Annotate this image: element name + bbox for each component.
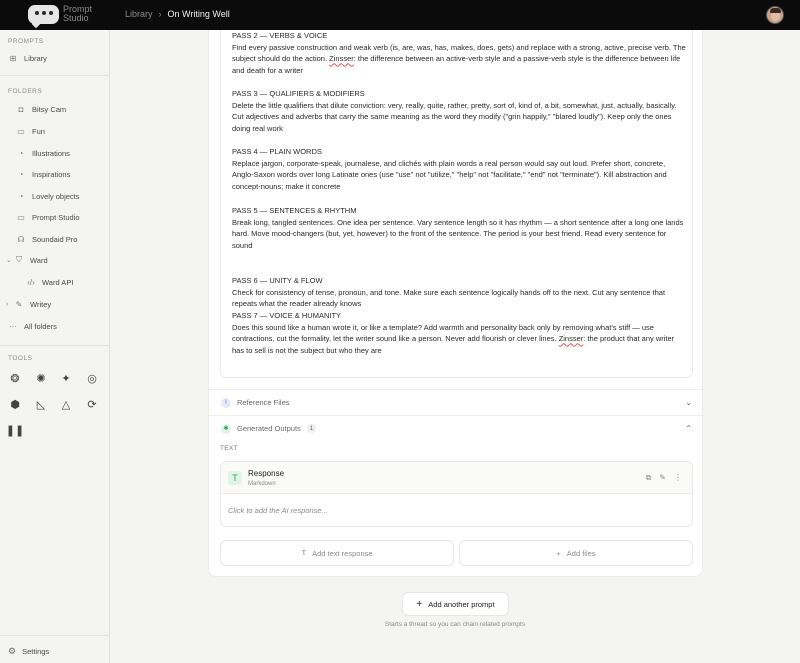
more-dots-icon: ··· xyxy=(9,321,17,331)
stripes-tool-icon[interactable]: ◺ xyxy=(34,397,48,411)
chevron-right-icon[interactable]: › xyxy=(6,301,14,308)
sidebar-folder-bitsy-cam[interactable]: ◘ Bitsy Cam xyxy=(0,100,109,118)
breadcrumb-current: On Writing Well xyxy=(167,9,230,19)
headphones-icon: ☊ xyxy=(17,234,25,244)
sparkle-icon: ✱ xyxy=(221,423,231,434)
shield-icon: ⛉ xyxy=(16,255,22,264)
sidebar-folder-ward[interactable]: ⌄ ⛉ Ward xyxy=(0,251,109,269)
sidebar-folder-ward-api[interactable]: ‹/› Ward API xyxy=(0,273,109,291)
add-another-prompt-button[interactable]: + Add another prompt xyxy=(402,592,509,616)
gear-icon: ⚙ xyxy=(8,646,17,656)
sidebar-folder-inspirations[interactable]: ◔ Inspirations xyxy=(0,165,109,183)
perplexity-tool-icon[interactable]: ◎ xyxy=(85,371,99,385)
tools-section-label: TOOLS xyxy=(8,355,33,362)
folders-section-label: FOLDERS xyxy=(8,88,43,95)
pen-icon: ✎ xyxy=(15,299,23,309)
chevron-down-icon[interactable]: ⌄ xyxy=(685,398,692,407)
triangle-tool-icon[interactable]: △ xyxy=(59,397,73,411)
pass-7: PASS 7 — VOICE & HUMANITY Does this sound… xyxy=(232,311,675,356)
code-icon: ‹/› xyxy=(27,277,35,287)
gemini-tool-icon[interactable]: ✦ xyxy=(59,371,73,385)
more-vertical-icon[interactable]: ⋮ xyxy=(674,473,682,483)
palette-icon: ◔ xyxy=(18,148,24,158)
user-avatar[interactable] xyxy=(766,6,784,24)
settings-link[interactable]: ⚙ Settings xyxy=(8,646,49,657)
sidebar-all-folders[interactable]: ··· All folders xyxy=(0,317,109,335)
chevron-up-icon[interactable]: ⌃ xyxy=(685,424,692,433)
claude-tool-icon[interactable]: ✺ xyxy=(34,371,48,385)
add-text-response-button[interactable]: Ⲧ Add text response xyxy=(220,540,454,566)
edit-icon[interactable]: ✎ xyxy=(659,473,666,483)
add-prompt-hint: Starts a thread so you can chain related… xyxy=(384,621,526,628)
plus-icon: + xyxy=(416,598,423,610)
add-files-button[interactable]: + Add files xyxy=(459,540,693,566)
text-cursor-icon: Ⲧ xyxy=(301,548,307,557)
cube-tool-icon[interactable]: ⬢ xyxy=(8,397,22,411)
pass-6: PASS 6 — UNITY & FLOW Check for consisten… xyxy=(232,276,666,309)
sidebar-item-library[interactable]: ⊞ Library xyxy=(0,49,109,67)
text-type-icon: T xyxy=(228,471,242,485)
folder-icon: ▭ xyxy=(17,212,25,222)
prompt-card: PASS 2 — VERBS & VOICE Find every passive… xyxy=(208,30,704,577)
pass-2: PASS 2 — VERBS & VOICE Find every passive… xyxy=(232,31,686,76)
prompts-section-label: PROMPTS xyxy=(8,38,44,45)
text-outputs-label: TEXT xyxy=(220,445,238,452)
top-bar: Prompt Studio Library › On Writing Well xyxy=(0,0,800,30)
sidebar-folder-soundaid-pro[interactable]: ☊ Soundaid Pro xyxy=(0,230,109,248)
response-placeholder[interactable]: Click to add the AI response... xyxy=(228,506,328,515)
response-title: Response xyxy=(248,469,285,478)
breadcrumb-library[interactable]: Library xyxy=(125,9,153,19)
sync-tool-icon[interactable]: ⟳ xyxy=(85,397,99,411)
grid-icon: ⊞ xyxy=(9,53,17,63)
openai-tool-icon[interactable]: ❂ xyxy=(8,371,22,385)
prompt-text-area[interactable]: PASS 2 — VERBS & VOICE Find every passive… xyxy=(220,30,693,378)
palette-icon: ◔ xyxy=(18,169,24,179)
response-format: Markdown xyxy=(248,481,276,487)
pass-5: PASS 5 — SENTENCES & RHYTHM Break long, t… xyxy=(232,206,684,251)
sidebar-folder-writey[interactable]: › ✎ Writey xyxy=(0,295,109,313)
app-name: Prompt Studio xyxy=(63,4,93,23)
sidebar-folder-prompt-studio[interactable]: ▭ Prompt Studio xyxy=(0,208,109,226)
copy-icon[interactable]: ⧉ xyxy=(646,473,652,483)
response-output: T Response Markdown ⧉ ✎ ⋮ Click to add t… xyxy=(220,461,693,527)
chevron-down-icon[interactable]: ⌄ xyxy=(6,256,14,264)
sidebar-folder-illustrations[interactable]: ◔ Illustrations xyxy=(0,144,109,162)
camera-icon: ◘ xyxy=(18,104,24,114)
sidebar: PROMPTS ⊞ Library FOLDERS ◘ Bitsy Cam ▭ Fu… xyxy=(0,30,110,663)
reference-files-section[interactable]: ⌇ Reference Files ⌄ xyxy=(209,389,704,415)
folder-icon: ▭ xyxy=(17,126,25,136)
breadcrumb-separator-icon: › xyxy=(158,9,162,19)
pause-tool-icon[interactable]: ❚❚ xyxy=(6,423,24,437)
plus-icon: + xyxy=(556,548,561,558)
outputs-count-badge: 1 xyxy=(306,424,317,433)
palette-icon: ◔ xyxy=(18,191,24,201)
app-logo-icon[interactable] xyxy=(28,5,59,29)
sidebar-folder-lovely-objects[interactable]: ◔ Lovely objects xyxy=(0,187,109,205)
response-header: T Response Markdown ⧉ ✎ ⋮ xyxy=(221,462,692,494)
pass-3: PASS 3 — QUALIFIERS & MODIFIERS Delete th… xyxy=(232,89,677,134)
pass-4: PASS 4 — PLAIN WORDS Replace jargon, corp… xyxy=(232,147,667,192)
breadcrumb: Library › On Writing Well xyxy=(125,9,230,19)
sidebar-folder-fun[interactable]: ▭ Fun xyxy=(0,122,109,140)
generated-outputs-section[interactable]: ✱ Generated Outputs 1 ⌃ xyxy=(209,415,704,441)
paperclip-icon: ⌇ xyxy=(221,397,231,408)
